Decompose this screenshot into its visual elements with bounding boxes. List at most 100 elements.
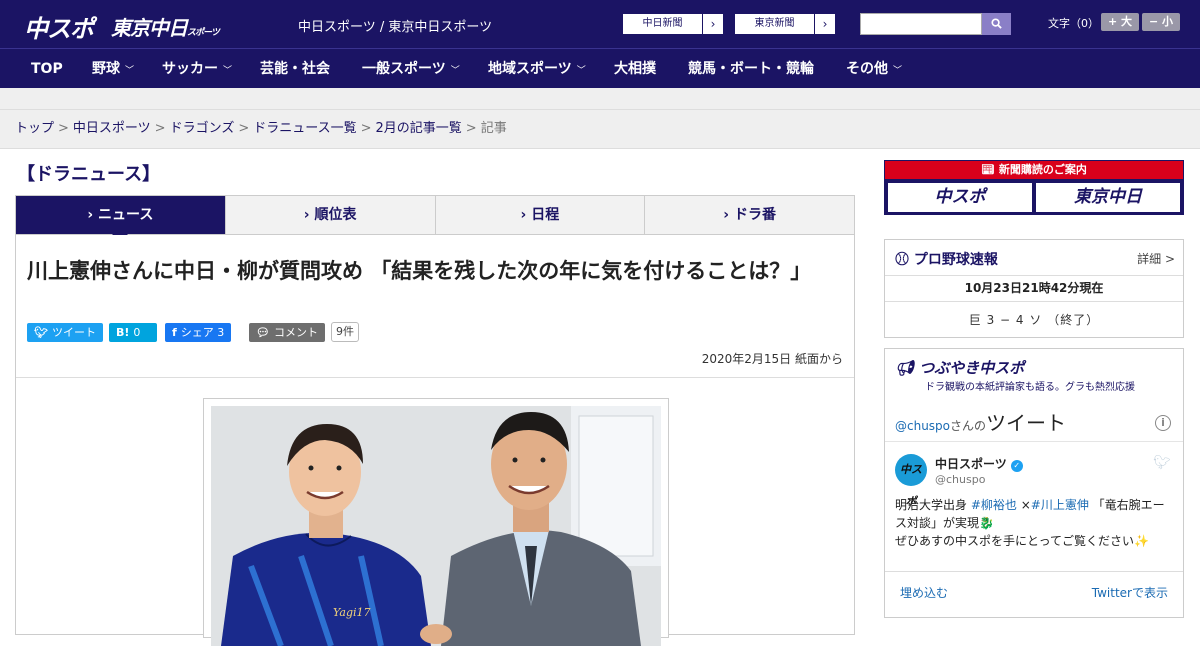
nav-sumo[interactable]: 大相撲 [614,49,656,89]
breadcrumb-top[interactable]: トップ [15,121,54,136]
twitter-widget: 📢︎ つぶやき中スポ ドラ観戦の本紙評論家も語る。グラも熱烈応援 @chuspo… [884,348,1184,618]
tweet-text-line2: ぜひあすの中スポを手にとってご覧ください [895,534,1135,548]
facebook-icon: f [172,326,177,339]
breadcrumb-separator: > [238,121,250,136]
nav-label: サッカー [162,61,218,77]
comment-label: コメント [273,326,318,339]
nav-soccer[interactable]: サッカー ﹀ [162,49,232,89]
tweet-button[interactable]: 🐦︎ ツイート [27,323,103,342]
tab-standings[interactable]: › 順位表 [226,196,436,234]
hashtag-link[interactable]: #柳裕也 [971,498,1017,512]
tweet-section-title-text: つぶやき中スポ [919,359,1025,377]
avatar[interactable]: 中スポ [895,454,927,508]
comment-count[interactable]: 9件 [331,322,359,342]
tweet-text-a: 明治大学出身 [895,498,971,512]
jersey-text: Yagi17 [333,606,371,619]
facebook-share-label: シェア [180,326,214,339]
nav-baseball[interactable]: 野球 ﹀ [92,49,134,89]
info-icon[interactable]: i [1155,415,1171,431]
nav-racing[interactable]: 競馬・ボート・競輪 [688,49,814,89]
tokyo-chunichi-logo[interactable]: 東京中日スポーツ [111,12,220,41]
search-icon [991,18,1002,29]
nav-top[interactable]: TOP [31,49,63,89]
article: 川上憲伸さんに中日・柳が質問攻め 「結果を残した次の年に気を付けることは？」 🐦… [15,235,855,646]
tweets-by-handle: @chuspoさんのツイート [895,407,1066,436]
search-input[interactable] [860,13,982,35]
tokyo-chunichi-logo-small: スポーツ [187,28,220,38]
view-on-twitter-link[interactable]: Twitterで表示 [1092,584,1168,601]
breadcrumb-separator: > [465,121,477,136]
tab-news[interactable]: › ニュース [16,196,226,242]
chevron-down-icon: ﹀ [223,66,233,76]
font-size-increase-button[interactable]: + 大 [1101,13,1139,31]
site-header: 中スポ 東京中日スポーツ 中日スポーツ / 東京中日スポーツ 中日新聞 › 東京… [0,0,1200,48]
dragon-emoji-icon: 🐉 [979,516,994,530]
twitter-bird-icon: 🐦︎ [34,326,48,339]
breadcrumb-dra-news-list[interactable]: ドラニュース一覧 [253,121,356,136]
nav-label: 地域スポーツ [488,61,572,77]
breadcrumb-dragons[interactable]: ドラゴンズ [170,121,235,136]
facebook-share-button[interactable]: f シェア 3 [165,323,232,342]
scores-detail-link[interactable]: 詳細 > [1137,250,1175,267]
comment-button[interactable]: 💬︎ コメント [249,323,325,342]
subscribe-chuspo-button[interactable]: 中スポ [888,183,1032,212]
search-button[interactable] [982,13,1011,35]
score-game[interactable]: 巨 3 − 4 ソ （終了） [885,302,1183,339]
subscription-promo: 📰︎ 新聞購読のご案内 中スポ 東京中日 [884,160,1184,215]
chunichi-shimbun-label: 中日新聞 [623,14,703,34]
article-photo[interactable]: Yagi17 [211,406,661,646]
tokyo-shimbun-label: 東京新聞 [735,14,815,34]
twitter-bird-icon: 🐦︎ [1153,455,1171,471]
nav-general-sports[interactable]: 一般スポーツ ﹀ [362,49,460,89]
speech-bubble-icon: 💬︎ [256,326,270,339]
font-size-decrease-button[interactable]: − 小 [1142,13,1180,31]
divider [16,377,854,378]
subscribe-tokyo-chunichi-button[interactable]: 東京中日 [1036,183,1180,212]
main-nav: TOP 野球 ﹀ サッカー ﹀ 芸能・社会 一般スポーツ ﹀ 地域スポーツ ﹀ 大相撲 … [0,48,1200,88]
twitter-widget-footer: 埋め込む Twitterで表示 [885,571,1183,609]
nav-label: 一般スポーツ [362,61,446,77]
tab-schedule[interactable]: › 日程 [436,196,646,234]
account-id[interactable]: @chuspo [935,473,985,486]
tweet-label: ツイート [51,326,96,339]
twitter-handle-link[interactable]: @chuspo [895,419,950,433]
tab-dora-ban[interactable]: › ドラ番 [645,196,854,234]
chuspo-logo[interactable]: 中スポ [24,9,94,44]
subscription-heading: 📰︎ 新聞購読のご案内 [885,161,1183,179]
site-title-link[interactable]: 中日スポーツ / 東京中日スポーツ [298,16,492,35]
nav-label: その他 [846,61,888,77]
article-date: 2020年2月15日 紙面から [701,352,843,366]
nav-label: 野球 [92,61,120,77]
breadcrumb: トップ > 中日スポーツ > ドラゴンズ > ドラニュース一覧 >2月の記事一覧 > 記事 [0,110,1200,149]
breadcrumb-current: 記事 [480,121,507,136]
article-photo-frame: Yagi17 [203,398,669,646]
nav-label: 芸能・社会 [260,61,330,77]
font-size-label: 文字（0） [1048,17,1099,30]
hatena-count: 0 [133,326,141,339]
divider [885,441,1183,442]
hashtag-link[interactable]: #川上憲伸 [1031,498,1089,512]
nav-entertainment[interactable]: 芸能・社会 [260,49,330,89]
breadcrumb-february-list[interactable]: 2月の記事一覧 [376,121,462,136]
account-name[interactable]: 中日スポーツ ✓ [935,455,1023,472]
nav-label: 競馬・ボート・競輪 [688,61,814,77]
embed-link[interactable]: 埋め込む [900,584,948,601]
ad-band [0,88,1200,110]
nav-other[interactable]: その他 ﹀ [846,49,902,89]
chunichi-shimbun-link[interactable]: 中日新聞 › [622,13,724,35]
subscription-heading-text: 新聞購読のご案内 [998,163,1087,176]
hatena-icon: B! [116,326,130,339]
section-title: 【ドラニュース】 [17,164,161,185]
tokyo-chunichi-logo-text: 東京中日 [111,16,188,40]
scores-updated: 10月23日21時42分現在 [885,276,1183,302]
breadcrumb-separator: > [154,121,166,136]
hatena-bookmark-button[interactable]: B! 0 [109,323,157,342]
chevron-right-icon: › [87,207,99,223]
tokyo-shimbun-link[interactable]: 東京新聞 › [734,13,836,35]
tweets-label: ツイート [986,411,1067,435]
tweet-text-b: × [1016,498,1031,512]
nav-local-sports[interactable]: 地域スポーツ ﹀ [488,49,586,89]
nav-label: 大相撲 [614,61,656,77]
breadcrumb-separator: > [58,121,69,136]
breadcrumb-chunichi-sports[interactable]: 中日スポーツ [73,121,151,136]
